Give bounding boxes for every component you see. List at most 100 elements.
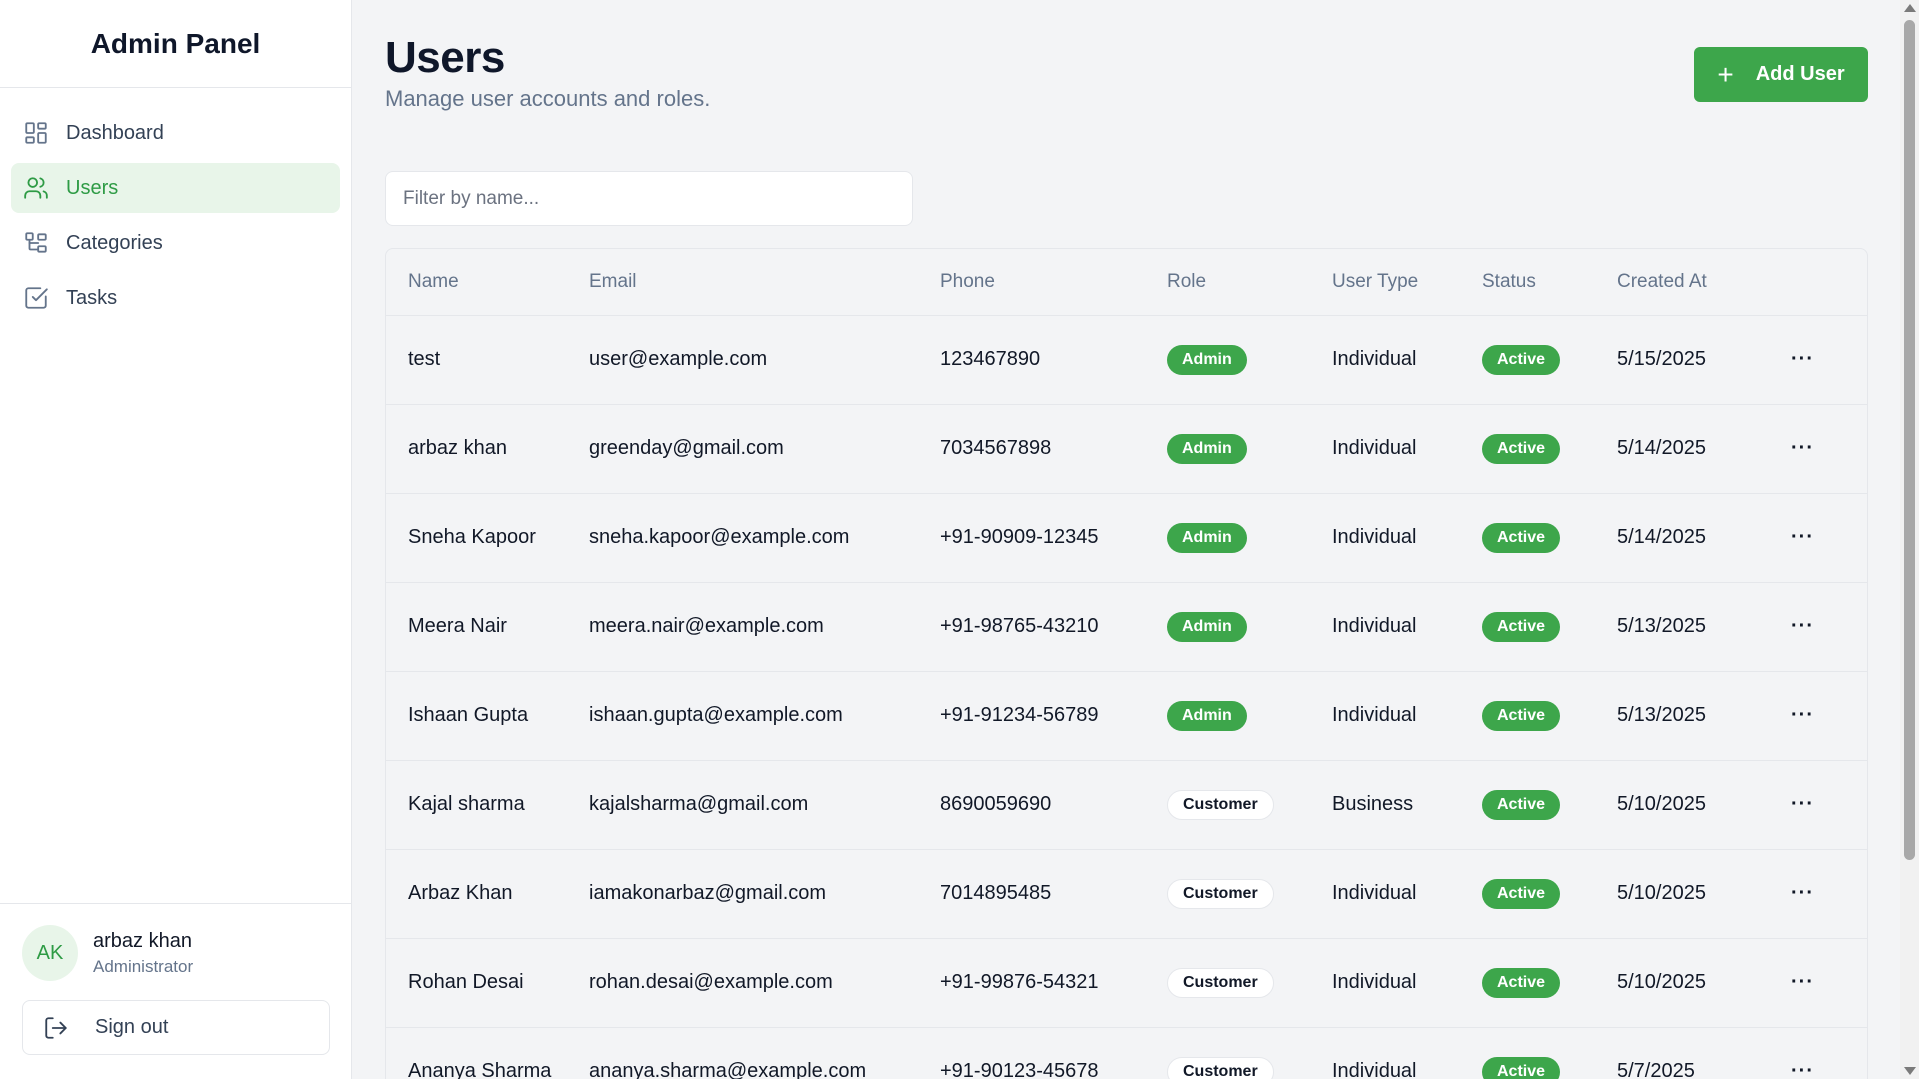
cell-email: rohan.desai@example.com xyxy=(589,971,833,993)
cell-created-at: 5/14/2025 xyxy=(1617,526,1706,548)
status-badge: Active xyxy=(1482,344,1561,375)
sidebar-item-label: Users xyxy=(66,176,119,199)
cell-user-type: Individual xyxy=(1332,526,1417,548)
sidebar-item-tasks[interactable]: Tasks xyxy=(11,273,340,323)
cell-name: Rohan Desai xyxy=(408,971,524,993)
cell-name: test xyxy=(408,348,441,370)
status-badge: Active xyxy=(1482,700,1561,731)
sidebar-item-label: Tasks xyxy=(66,286,118,309)
more-horizontal-icon[interactable]: ··· xyxy=(1783,704,1814,726)
role-badge: Admin xyxy=(1167,700,1247,731)
column-header-name[interactable]: Name xyxy=(386,249,589,315)
column-header-role[interactable]: Role xyxy=(1167,249,1332,315)
table-row[interactable]: Ishaan Gupta ishaan.gupta@example.com +9… xyxy=(386,671,1867,760)
table-body: test user@example.com 123467890 Admin In… xyxy=(386,315,1867,1079)
plus-icon: + xyxy=(1717,58,1734,90)
cell-name: Kajal sharma xyxy=(408,793,525,815)
table-row[interactable]: Kajal sharma kajalsharma@gmail.com 86900… xyxy=(386,760,1867,849)
cell-actions: ··· xyxy=(1783,404,1867,493)
sign-out-icon xyxy=(45,1016,67,1039)
more-horizontal-icon[interactable]: ··· xyxy=(1783,615,1814,637)
cell-phone: +91-98765-43210 xyxy=(940,615,1099,637)
page-subtitle: Manage user accounts and roles. xyxy=(385,86,711,111)
cell-role: Admin xyxy=(1167,493,1332,582)
table-row[interactable]: Arbaz Khan iamakonarbaz@gmail.com 701489… xyxy=(386,849,1867,938)
column-header-email[interactable]: Email xyxy=(589,249,940,315)
role-badge: Customer xyxy=(1167,878,1274,909)
cell-actions: ··· xyxy=(1783,493,1867,582)
cell-phone: +91-90909-12345 xyxy=(940,526,1099,548)
sidebar-footer: AK arbaz khan Administrator Sign out xyxy=(0,903,352,1079)
table-row[interactable]: test user@example.com 123467890 Admin In… xyxy=(386,315,1867,404)
cell-user-type: Individual xyxy=(1332,348,1417,370)
dashboard-icon xyxy=(23,120,49,146)
more-horizontal-icon[interactable]: ··· xyxy=(1783,971,1814,993)
current-user: AK arbaz khan Administrator xyxy=(22,924,330,982)
add-user-button[interactable]: + Add User xyxy=(1694,47,1868,102)
role-badge: Admin xyxy=(1167,344,1247,375)
user-name: arbaz khan xyxy=(93,929,192,952)
role-badge: Admin xyxy=(1167,522,1247,553)
cell-name: Ananya Sharma xyxy=(408,1060,552,1079)
sidebar-item-categories[interactable]: Categories xyxy=(11,218,340,268)
table-row[interactable]: Meera Nair meera.nair@example.com +91-98… xyxy=(386,582,1867,671)
cell-created-at: 5/10/2025 xyxy=(1617,793,1706,815)
cell-name: Arbaz Khan xyxy=(408,882,513,904)
table-row[interactable]: Ananya Sharma ananya.sharma@example.com … xyxy=(386,1027,1867,1079)
cell-role: Customer xyxy=(1167,938,1332,1027)
cell-status: Active xyxy=(1482,315,1617,404)
column-header-created-at[interactable]: Created At xyxy=(1617,249,1783,315)
cell-phone: +91-91234-56789 xyxy=(940,704,1099,726)
filter-by-name-input[interactable] xyxy=(385,171,913,226)
cell-created-at: 5/7/2025 xyxy=(1617,1060,1695,1079)
cell-role: Admin xyxy=(1167,404,1332,493)
more-horizontal-icon[interactable]: ··· xyxy=(1783,526,1814,548)
cell-email: user@example.com xyxy=(589,348,768,370)
sidebar-item-users[interactable]: Users xyxy=(11,163,340,213)
cell-role: Customer xyxy=(1167,849,1332,938)
cell-actions: ··· xyxy=(1783,315,1867,404)
column-header-status[interactable]: Status xyxy=(1482,249,1617,315)
cell-created-at: 5/14/2025 xyxy=(1617,437,1706,459)
cell-created-at: 5/10/2025 xyxy=(1617,971,1706,993)
cell-status: Active xyxy=(1482,493,1617,582)
sidebar-item-dashboard[interactable]: Dashboard xyxy=(11,108,340,158)
column-header-user-type[interactable]: User Type xyxy=(1332,249,1482,315)
cell-status: Active xyxy=(1482,1027,1617,1079)
sign-out-button[interactable]: Sign out xyxy=(22,1000,330,1055)
more-horizontal-icon[interactable]: ··· xyxy=(1783,348,1814,370)
more-horizontal-icon[interactable]: ··· xyxy=(1783,882,1814,904)
column-header-phone[interactable]: Phone xyxy=(940,249,1167,315)
cell-email: kajalsharma@gmail.com xyxy=(589,793,809,815)
cell-role: Customer xyxy=(1167,760,1332,849)
scroll-up-arrow-icon[interactable] xyxy=(1904,4,1916,12)
cell-email: sneha.kapoor@example.com xyxy=(589,526,850,548)
users-icon xyxy=(23,175,49,201)
more-horizontal-icon[interactable]: ··· xyxy=(1783,437,1814,459)
cell-role: Admin xyxy=(1167,315,1332,404)
scroll-thumb[interactable] xyxy=(1904,20,1915,860)
status-badge: Active xyxy=(1482,1056,1561,1079)
status-badge: Active xyxy=(1482,433,1561,464)
more-horizontal-icon[interactable]: ··· xyxy=(1783,793,1814,815)
status-badge: Active xyxy=(1482,522,1561,553)
tasks-icon xyxy=(23,285,49,311)
cell-created-at: 5/13/2025 xyxy=(1617,704,1706,726)
cell-status: Active xyxy=(1482,671,1617,760)
scroll-down-arrow-icon[interactable] xyxy=(1904,1067,1916,1075)
categories-icon xyxy=(23,230,49,256)
page-title: Users xyxy=(385,33,505,82)
cell-role: Admin xyxy=(1167,671,1332,760)
cell-user-type: Individual xyxy=(1332,704,1417,726)
cell-actions: ··· xyxy=(1783,849,1867,938)
table-row[interactable]: Sneha Kapoor sneha.kapoor@example.com +9… xyxy=(386,493,1867,582)
cell-status: Active xyxy=(1482,404,1617,493)
cell-status: Active xyxy=(1482,938,1617,1027)
table-row[interactable]: arbaz khan greenday@gmail.com 7034567898… xyxy=(386,404,1867,493)
page-scrollbar[interactable] xyxy=(1900,0,1919,1079)
cell-created-at: 5/10/2025 xyxy=(1617,882,1706,904)
role-badge: Customer xyxy=(1167,1056,1274,1079)
table-row[interactable]: Rohan Desai rohan.desai@example.com +91-… xyxy=(386,938,1867,1027)
more-horizontal-icon[interactable]: ··· xyxy=(1783,1060,1814,1079)
cell-phone: 123467890 xyxy=(940,348,1041,370)
